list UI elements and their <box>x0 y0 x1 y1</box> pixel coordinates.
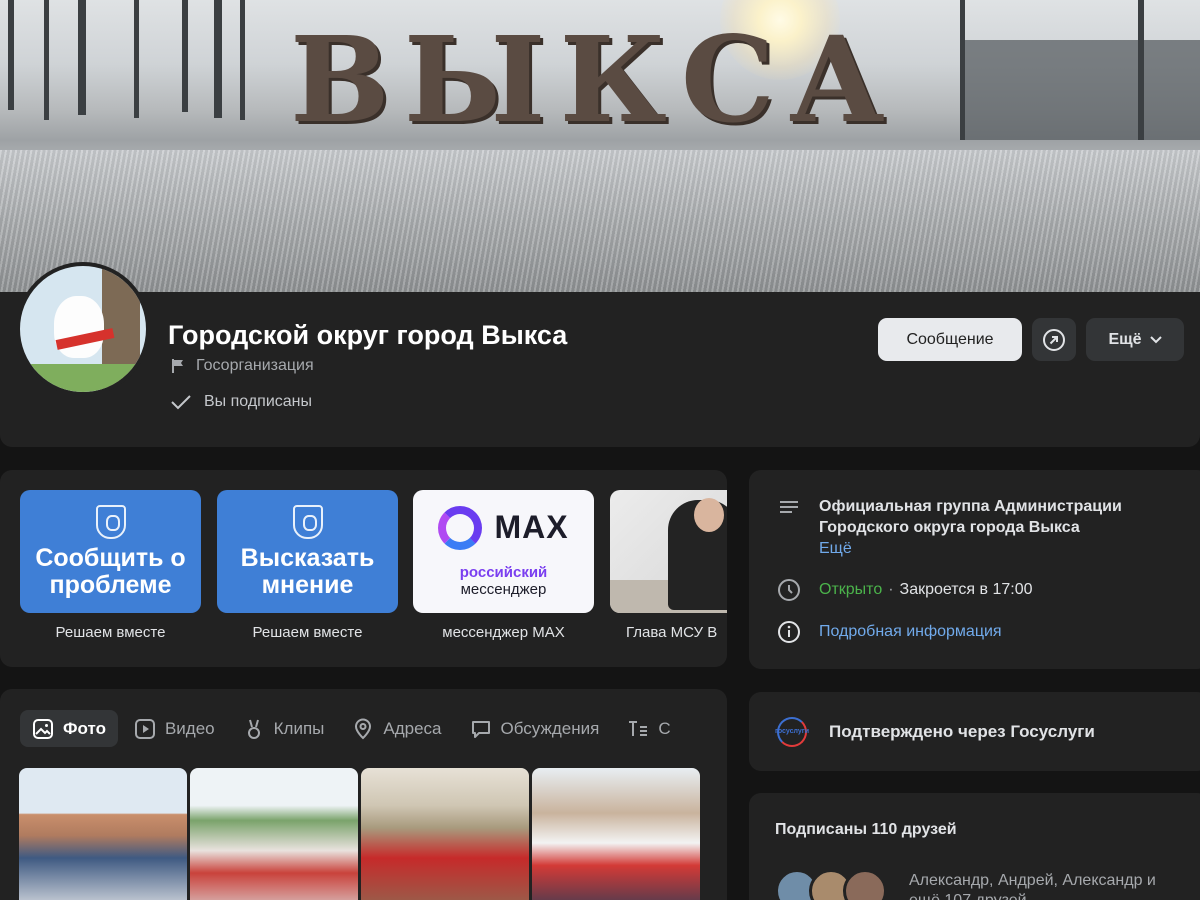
friends-avatars[interactable] <box>775 869 887 900</box>
clock-icon <box>777 578 801 602</box>
group-type: Госорганизация <box>170 357 314 375</box>
photo-thumbnail[interactable] <box>361 768 529 900</box>
info-panel: Официальная группа Администрации Городск… <box>749 470 1200 669</box>
tab-video[interactable]: Видео <box>122 710 227 747</box>
tab-discussions[interactable]: Обсуждения <box>458 710 612 747</box>
group-name: Городской округ город Выкса <box>168 320 568 350</box>
media-tabs: Фото Видео Клипы Адреса Обсуждения С <box>20 710 683 747</box>
share-arrow-icon <box>1042 328 1066 352</box>
hours-row[interactable]: Открыто · Закроется в 17:00 <box>777 578 1033 602</box>
group-avatar[interactable] <box>16 262 150 396</box>
share-button[interactable] <box>1032 318 1076 361</box>
link-caption[interactable]: Глава МСУ В <box>610 624 727 641</box>
photo-person-head <box>694 498 724 532</box>
max-logo-icon <box>438 505 483 550</box>
closing-time: Закроется в 17:00 <box>899 581 1033 598</box>
location-icon <box>352 718 374 740</box>
more-button[interactable]: Ещё <box>1086 318 1184 361</box>
media-panel: Фото Видео Клипы Адреса Обсуждения С <box>0 689 727 900</box>
cover-tree <box>214 0 222 118</box>
tab-photo[interactable]: Фото <box>20 710 118 747</box>
avatar-grass <box>20 364 146 392</box>
city-crest-icon <box>95 504 126 539</box>
clips-icon <box>243 718 265 740</box>
gosuslugi-logo-icon: госуслуги <box>775 716 809 747</box>
about-more-link[interactable]: Ещё <box>819 540 852 557</box>
checkmark-icon <box>170 393 192 411</box>
cover-tree <box>1138 0 1144 140</box>
verified-panel[interactable]: госуслуги Подтверждено через Госуслуги <box>749 692 1200 771</box>
tab-addresses[interactable]: Адреса <box>340 710 453 747</box>
video-icon <box>134 718 156 740</box>
text-icon <box>627 718 649 740</box>
details-link[interactable]: Подробная информация <box>819 623 1002 641</box>
tab-label: Обсуждения <box>500 718 600 738</box>
message-button[interactable]: Сообщение <box>878 318 1022 361</box>
link-tile-text: Высказать мнение <box>240 543 375 599</box>
friends-title[interactable]: Подписаны 110 друзей <box>775 821 957 839</box>
tab-label: Клипы <box>273 718 325 738</box>
cover-frost-ground <box>0 150 1200 292</box>
photo-thumbnail[interactable] <box>190 768 358 900</box>
link-head-msu[interactable] <box>610 490 727 613</box>
tab-label: Фото <box>63 718 106 738</box>
more-button-label: Ещё <box>1108 330 1142 348</box>
discussion-icon <box>470 718 492 740</box>
tab-label: С <box>658 718 671 738</box>
link-caption[interactable]: мессенджер MAX <box>413 624 594 641</box>
link-caption[interactable]: Решаем вместе <box>20 624 201 641</box>
link-caption[interactable]: Решаем вместе <box>217 624 398 641</box>
cover-tree <box>78 0 86 115</box>
cover-image: ВЫКСА <box>0 0 1200 292</box>
cover-tree <box>960 0 965 140</box>
friends-names[interactable]: Александр, Андрей, Александр и ещё 107 д… <box>909 871 1189 900</box>
max-brand-row: MAX <box>438 505 569 550</box>
about-text: Официальная группа Администрации Городск… <box>819 496 1149 559</box>
max-subtitle-1: российский <box>459 563 548 581</box>
flag-icon <box>170 358 186 374</box>
cover-tree <box>44 0 49 120</box>
link-max-messenger[interactable]: MAX российский мессенджер <box>413 490 594 613</box>
photo-thumbnail[interactable] <box>532 768 700 900</box>
open-status: Открыто <box>819 581 883 598</box>
max-brand: MAX <box>494 509 569 545</box>
subscription-label: Вы подписаны <box>204 393 312 410</box>
tab-more-content[interactable]: С <box>615 710 682 747</box>
cover-tree <box>134 0 139 118</box>
max-subtitle-2: мессенджер <box>460 580 547 598</box>
cover-tree <box>182 0 188 112</box>
link-tile-text: Сообщить о проблеме <box>35 543 186 599</box>
about-description: Официальная группа Администрации Городск… <box>819 498 1122 536</box>
friend-avatar <box>843 869 887 900</box>
city-crest-icon <box>292 504 323 539</box>
tab-label: Адреса <box>383 718 442 738</box>
cover-tree <box>240 0 245 120</box>
group-type-label: Госорганизация <box>196 357 314 374</box>
cover-letters: ВЫКСА <box>290 10 899 149</box>
info-icon <box>777 620 801 644</box>
photo-icon <box>32 718 54 740</box>
photo-thumbnail[interactable] <box>19 768 187 900</box>
subscription-status[interactable]: Вы подписаны <box>170 393 312 411</box>
link-report-problem[interactable]: Сообщить о проблеме <box>20 490 201 613</box>
verified-text: Подтверждено через Госуслуги <box>829 721 1095 741</box>
chevron-down-icon <box>1149 335 1162 344</box>
friends-panel: Подписаны 110 друзей Александр, Андрей, … <box>749 793 1200 900</box>
hours-text: Открыто · Закроется в 17:00 <box>819 581 1033 599</box>
tab-clips[interactable]: Клипы <box>231 710 337 747</box>
separator-dot: · <box>888 581 894 598</box>
cover-tree <box>8 0 14 110</box>
cover-building <box>960 40 1200 140</box>
tab-label: Видео <box>164 718 215 738</box>
description-lines-icon <box>777 496 801 559</box>
details-row[interactable]: Подробная информация <box>777 620 1002 644</box>
link-share-opinion[interactable]: Высказать мнение <box>217 490 398 613</box>
about-row: Официальная группа Администрации Городск… <box>777 496 1149 559</box>
